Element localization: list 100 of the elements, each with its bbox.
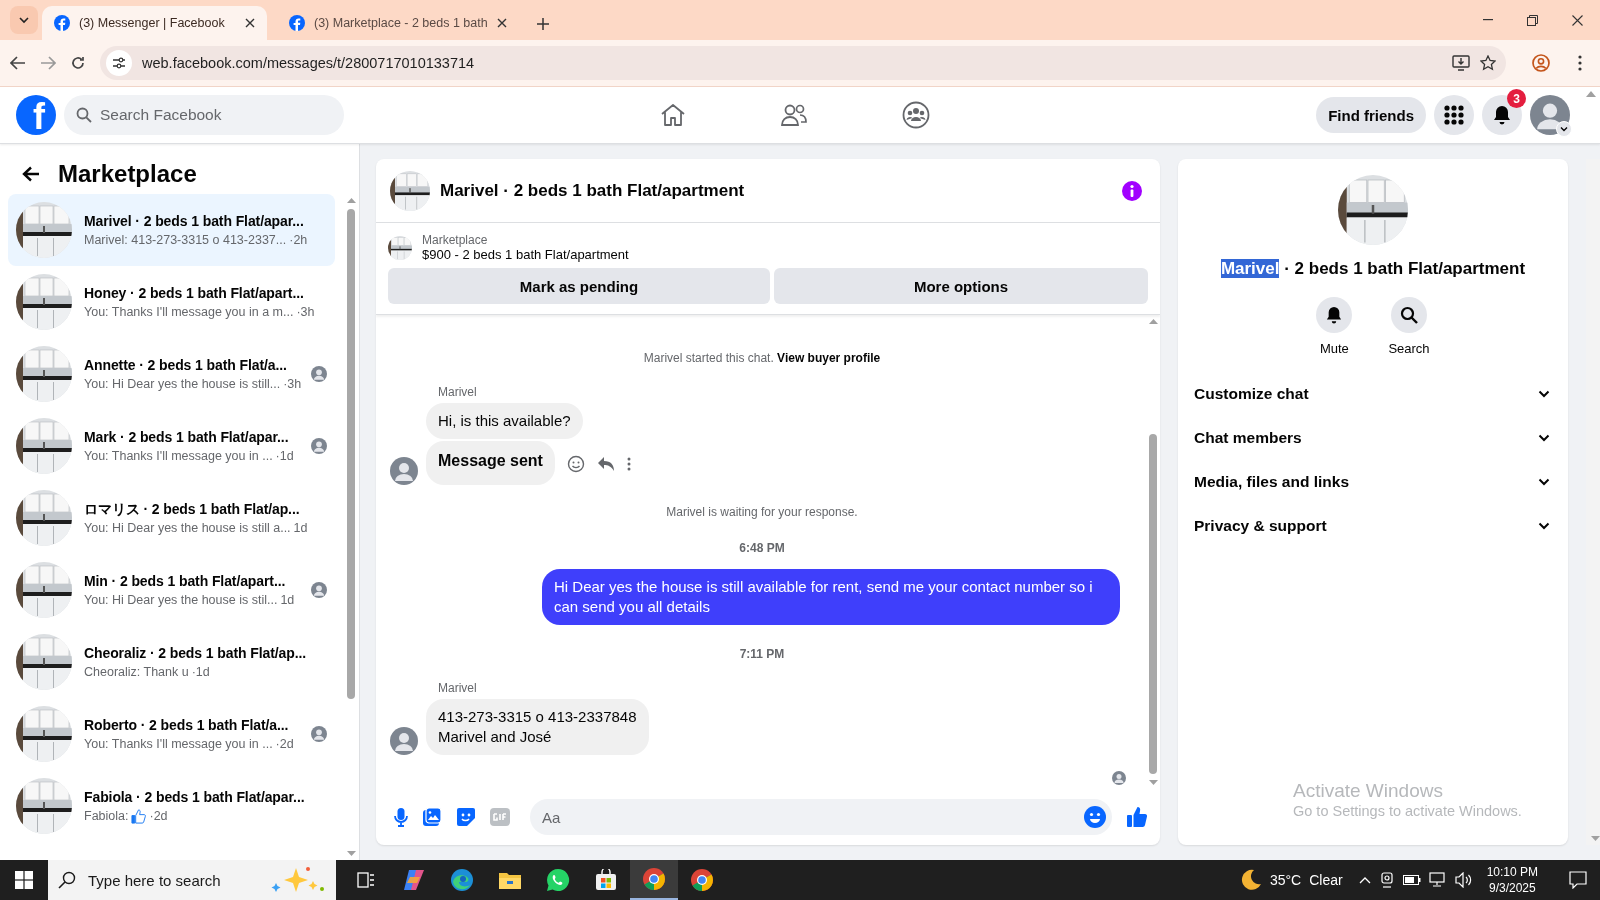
message-time: ·2h xyxy=(289,232,308,249)
new-tab-icon[interactable] xyxy=(536,18,549,30)
browser-tab[interactable]: (3) Marketplace - 2 beds 1 bath xyxy=(277,6,519,40)
conversation-item[interactable]: ロマリス · 2 beds 1 bath Flat/ap... You: Hi Dear yes the house is still a... 1d xyxy=(8,482,335,554)
groups-icon[interactable] xyxy=(902,101,930,129)
volume-icon[interactable] xyxy=(1454,872,1473,888)
conversation-item[interactable]: Honey · 2 beds 1 bath Flat/apart... You: Thanks I'll message you in a m... ·3h xyxy=(8,266,335,338)
buyer-profile-link[interactable]: View buyer profile xyxy=(777,351,881,365)
info-icon[interactable] xyxy=(1122,180,1142,201)
notification-icon[interactable] xyxy=(1569,871,1587,889)
emoji-icon[interactable] xyxy=(566,455,585,473)
conversation-name: Annette · 2 beds 1 bath Flat/a... xyxy=(84,356,288,375)
copilot-icon[interactable] xyxy=(402,869,426,891)
scroll-up-icon[interactable] xyxy=(346,198,356,203)
star-icon[interactable] xyxy=(1480,55,1496,71)
section-header[interactable]: Media, files and links xyxy=(1186,460,1560,504)
home-icon[interactable] xyxy=(660,103,686,127)
chat-notice: Marivel started this chat. View buyer profile xyxy=(642,351,882,365)
whatsapp-icon[interactable] xyxy=(546,868,570,892)
sticker-icon[interactable] xyxy=(456,807,476,827)
conversation-name: ロマリス · 2 beds 1 bath Flat/ap... xyxy=(84,500,301,519)
more-icon[interactable] xyxy=(626,457,631,471)
thumbs-up-icon[interactable] xyxy=(1126,806,1148,828)
listing-source: Marketplace xyxy=(422,233,489,247)
camera-icon[interactable] xyxy=(1378,872,1395,888)
find-friends-button[interactable]: Find friends xyxy=(1316,97,1426,133)
facebook-logo[interactable]: f xyxy=(16,95,56,135)
task-view-icon[interactable] xyxy=(357,872,375,888)
notification-badge: 3 xyxy=(1507,89,1526,108)
conversation-item[interactable]: Cheoraliz · 2 beds 1 bath Flat/ap... Cheoraliz: Thank u ·1d xyxy=(8,626,335,698)
chevron-up-icon[interactable] xyxy=(1358,876,1371,884)
section-header[interactable]: Customize chat xyxy=(1186,372,1560,416)
temperature: 35°C xyxy=(1269,872,1302,888)
conversation-item[interactable]: Roberto · 2 beds 1 bath Flat/a... You: Thanks I'll message you in ... ·2d xyxy=(8,698,335,770)
chrome-icon[interactable] xyxy=(690,868,714,892)
back-icon[interactable] xyxy=(10,56,26,70)
conversation-item[interactable]: Mark · 2 beds 1 bath Flat/apar... You: Thanks I'll message you in ... ·1d xyxy=(8,410,335,482)
restore-icon[interactable] xyxy=(1527,14,1538,26)
conversation-item[interactable]: Min · 2 beds 1 bath Flat/apart... You: Hi Dear yes the house is stil... 1d xyxy=(8,554,335,626)
emoji-icon[interactable] xyxy=(1084,806,1106,828)
conversation-name: Marivel · 2 beds 1 bath Flat/apar... xyxy=(84,212,305,231)
listing-title: $900 - 2 beds 1 bath Flat/apartment xyxy=(422,247,629,262)
message-preview: You: Hi Dear yes the house is still a... xyxy=(84,520,291,537)
activation-text: Go to Settings to activate Windows. xyxy=(1293,803,1522,819)
scroll-down-icon[interactable] xyxy=(1148,780,1158,785)
scroll-down-icon[interactable] xyxy=(346,851,356,856)
folder-icon[interactable] xyxy=(498,870,522,890)
notifications-button[interactable] xyxy=(1482,95,1522,135)
windows-start-icon[interactable] xyxy=(15,871,33,889)
message-preview: You: Thanks I'll message you in ... xyxy=(84,736,273,753)
scroll-up-icon[interactable] xyxy=(1586,91,1596,97)
scroll-up-icon[interactable] xyxy=(1148,319,1158,324)
section-header[interactable]: Chat members xyxy=(1186,416,1560,460)
conversation-name: Mark · 2 beds 1 bath Flat/apar... xyxy=(84,428,290,447)
forward-icon[interactable] xyxy=(40,56,56,70)
edge-icon[interactable] xyxy=(450,868,474,892)
section-header[interactable]: Privacy & support xyxy=(1186,504,1560,548)
conversation-item[interactable]: Fabiola · 2 beds 1 bath Flat/apar... Fabiola: ·2d xyxy=(8,770,335,842)
minimize-icon[interactable] xyxy=(1482,19,1493,21)
back-icon[interactable] xyxy=(22,166,40,182)
browser-tab[interactable]: (3) Messenger | Facebook xyxy=(42,6,267,40)
battery-icon[interactable] xyxy=(1402,874,1421,886)
message-time: ·3h xyxy=(283,376,302,393)
reply-icon[interactable] xyxy=(596,456,615,472)
microphone-icon[interactable] xyxy=(394,807,408,827)
clock-date[interactable]: 9/3/2025 xyxy=(1486,880,1538,896)
close-icon[interactable] xyxy=(245,18,255,28)
friends-icon[interactable] xyxy=(780,103,808,127)
close-icon[interactable] xyxy=(496,18,507,28)
conversation-item[interactable]: Annette · 2 beds 1 bath Flat/a... You: Hi Dear yes the house is still... ·3h xyxy=(8,338,335,410)
search-field[interactable]: Search Facebook xyxy=(64,95,344,135)
site-settings-icon[interactable] xyxy=(112,57,126,69)
conversation-item[interactable]: Marivel · 2 beds 1 bath Flat/apar... Marivel: 413-273-3315 o 413-2337... ·2h xyxy=(8,194,335,266)
menu-button[interactable] xyxy=(1434,95,1474,135)
menu-icon[interactable] xyxy=(1578,55,1582,71)
weather-text: Clear xyxy=(1309,872,1343,888)
image-icon[interactable] xyxy=(422,807,442,827)
conversation-name: Fabiola · 2 beds 1 bath Flat/apar... xyxy=(84,788,306,807)
message-bubble: Message sent xyxy=(426,441,555,485)
message-field[interactable]: Aa xyxy=(530,799,1112,835)
clock-time[interactable]: 10:10 PM xyxy=(1486,864,1538,880)
message-preview: You: Hi Dear yes the house is stil... xyxy=(84,592,278,609)
timestamp: 7:11 PM xyxy=(738,647,786,661)
network-icon[interactable] xyxy=(1428,872,1447,888)
install-icon[interactable] xyxy=(1452,55,1470,71)
chrome-icon[interactable] xyxy=(642,867,666,891)
close-icon[interactable] xyxy=(1572,14,1583,26)
store-icon[interactable] xyxy=(595,869,617,891)
conversation-name: Cheoraliz · 2 beds 1 bath Flat/ap... xyxy=(84,644,307,663)
listing-button[interactable]: More options xyxy=(774,268,1148,304)
message-time: 1d xyxy=(293,520,308,537)
message-preview: You: Thanks I'll message you in a m... xyxy=(84,304,294,321)
tab-search-button[interactable] xyxy=(10,6,38,34)
grid-icon xyxy=(1444,105,1464,125)
conversation-title: Marivel · 2 beds 1 bath Flat/apartment xyxy=(1220,259,1526,279)
taskbar-search-field[interactable]: Type here to search xyxy=(48,860,336,900)
message-bubble: Hi Dear yes the house is still available for rent, send me your contact number so i can send you all details xyxy=(542,569,1120,625)
profile-icon[interactable] xyxy=(1532,54,1550,72)
listing-button[interactable]: Mark as pending xyxy=(388,268,770,304)
reload-icon[interactable] xyxy=(70,55,86,71)
